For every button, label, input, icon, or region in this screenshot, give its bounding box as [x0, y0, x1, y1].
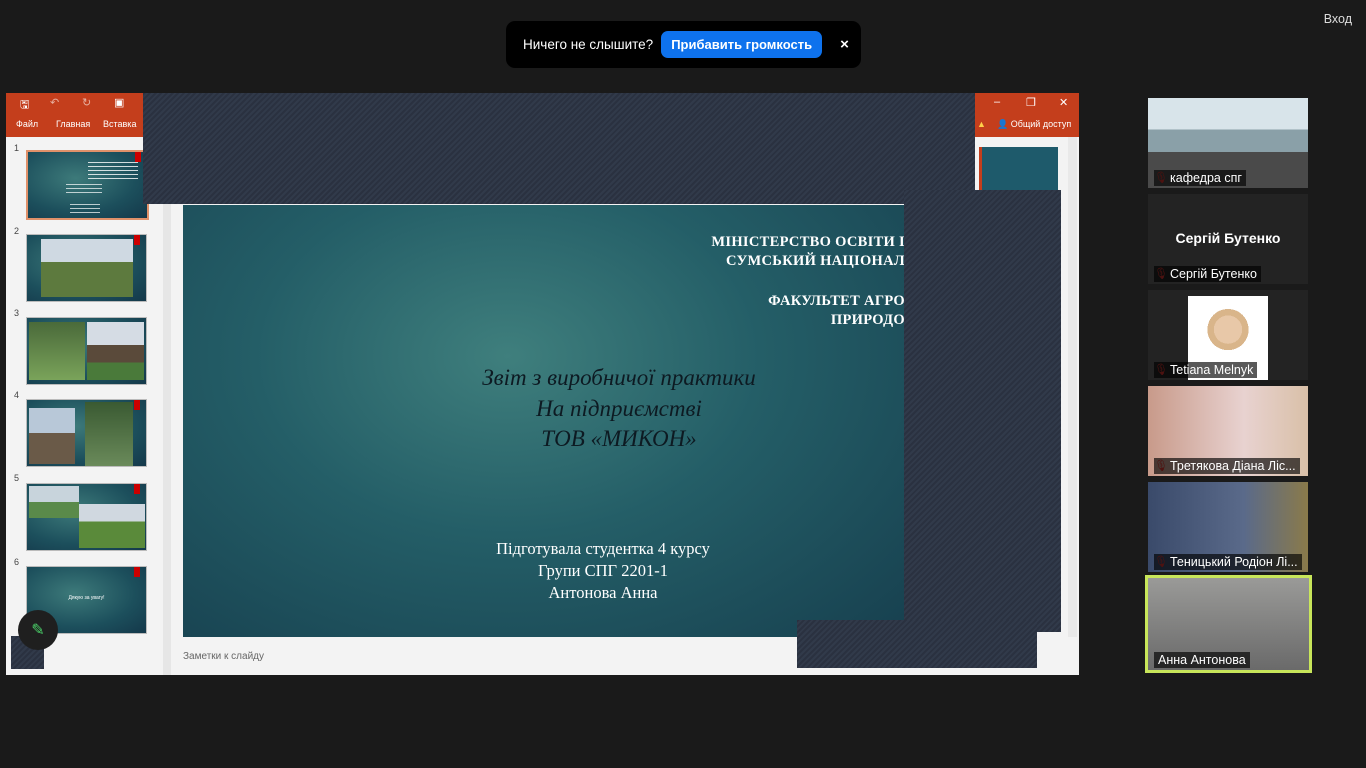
save-icon[interactable]: 🖫 — [20, 96, 29, 115]
thumb-number: 2 — [14, 226, 20, 236]
participant-tile[interactable]: 🎙 Tetiana Melnyk — [1148, 290, 1308, 380]
increase-volume-button[interactable]: Прибавить громкость — [661, 31, 823, 58]
participant-tile[interactable]: 🎙 кафедра спг — [1148, 98, 1308, 188]
mini-preview — [979, 147, 1058, 190]
screen-overlay — [904, 190, 1061, 632]
slide-header-3: ФАКУЛЬТЕТ АГРО — [768, 293, 905, 309]
participant-display-name: Сергій Бутенко — [1175, 230, 1281, 246]
close-window-icon[interactable]: ✕ — [1059, 96, 1068, 109]
slide-title-2: На підприємстві — [536, 396, 702, 421]
slide-title-3: ТОВ «МИКОН» — [541, 426, 697, 451]
banner-text: Ничего не слышите? — [523, 37, 654, 52]
thumb-number: 1 — [14, 143, 20, 153]
tab-home[interactable]: Главная — [56, 119, 90, 129]
thumb-6-text: Дякую за увагу! — [68, 595, 105, 601]
thumb-slide-4[interactable] — [26, 399, 147, 467]
participant-name: Tetiana Melnyk — [1154, 362, 1258, 378]
slide-header-4: ПРИРОДО — [830, 312, 905, 328]
participant-name: Сергій Бутенко — [1154, 266, 1261, 282]
participant-tile[interactable]: Сергій Бутенко 🎙 Сергій Бутенко — [1148, 194, 1308, 284]
participant-tile-active[interactable]: Анна Антонова — [1145, 575, 1312, 673]
thumb-number: 6 — [14, 557, 20, 567]
annotate-pen-icon[interactable]: ✎ — [18, 610, 58, 650]
slide-scrollbar[interactable] — [1068, 137, 1077, 637]
participant-name: Третякова Діана Ліс... — [1154, 458, 1300, 474]
tab-file[interactable]: Файл — [16, 119, 38, 129]
share-label: Общий доступ — [1010, 119, 1072, 129]
warning-icon: ▲ — [977, 119, 986, 129]
thumb-number: 5 — [14, 473, 20, 483]
slide-header-1: МІНІСТЕРСТВО ОСВІТИ І — [711, 234, 905, 250]
participant-tile[interactable]: 🎙 Теницький Родіон Лі... — [1148, 482, 1308, 572]
slide-title-1: Звіт з виробничої практики — [482, 365, 756, 390]
thumb-slide-2[interactable] — [26, 234, 147, 302]
present-icon[interactable]: ▣ — [114, 96, 124, 109]
ribbon-right: – ❐ ✕ ▲ 👤 Общий доступ — [975, 93, 1079, 137]
share-button[interactable]: 👤 Общий доступ — [997, 119, 1071, 130]
thumb-number: 3 — [14, 308, 20, 318]
slide-footer-3: Антонова Анна — [548, 583, 658, 602]
screen-overlay — [143, 93, 975, 204]
close-icon[interactable]: × — [840, 36, 849, 53]
thumb-number: 4 — [14, 390, 20, 400]
thumb-slide-3[interactable] — [26, 317, 147, 385]
participant-name: Анна Антонова — [1154, 652, 1250, 668]
slide-footer-1: Підготувала студентка 4 курсу — [496, 539, 710, 558]
main-slide: МІНІСТЕРСТВО ОСВІТИ І СУМСЬКИЙ НАЦІОНАЛ … — [183, 205, 905, 637]
undo-icon[interactable]: ↶ — [50, 96, 59, 109]
audio-banner: Ничего не слышите? Прибавить громкость × — [506, 21, 861, 68]
redo-icon[interactable]: ↻ — [82, 96, 91, 109]
participant-tile[interactable]: 🎙 Третякова Діана Ліс... — [1148, 386, 1308, 476]
restore-icon[interactable]: ❐ — [1026, 96, 1036, 109]
minimize-icon[interactable]: – — [994, 96, 1000, 108]
slide-header-2: СУМСЬКИЙ НАЦІОНАЛ — [726, 253, 905, 269]
participant-name: Теницький Родіон Лі... — [1154, 554, 1302, 570]
tab-insert[interactable]: Вставка — [103, 119, 136, 129]
thumb-slide-1[interactable] — [26, 150, 149, 220]
login-button[interactable]: Вход — [1324, 12, 1352, 26]
slide-thumbnails: 1 2 3 4 5 6 Дякую за увагу! — [6, 137, 167, 675]
screen-overlay — [797, 620, 1037, 668]
ribbon-left: 🖫 ↶ ↻ ▣ Файл Главная Вставка — [6, 93, 143, 137]
participant-name: кафедра спг — [1154, 170, 1246, 186]
notes-pane[interactable]: Заметки к слайду — [183, 651, 264, 662]
shared-screen: 🖫 ↶ ↻ ▣ Файл Главная Вставка – ❐ ✕ ▲ 👤 О… — [6, 93, 1079, 675]
thumbs-scrollbar[interactable] — [163, 137, 171, 675]
slide-footer-2: Групи СПГ 2201-1 — [538, 561, 668, 580]
thumb-slide-5[interactable] — [26, 483, 147, 551]
